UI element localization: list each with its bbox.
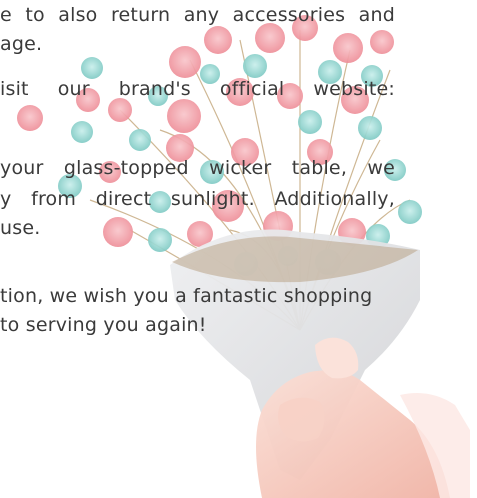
text-line-7: tion, we wish you a fantastic shopping <box>0 285 373 307</box>
text-line-3: isit our brand's official website: <box>0 78 395 100</box>
text-line-4: your glass-topped wicker table, we <box>0 157 395 179</box>
text-line-6: use. <box>0 217 41 239</box>
text-line-8: to serving you again! <box>0 314 207 336</box>
document-text: e to also return any accessories and age… <box>0 0 477 498</box>
text-line-2: age. <box>0 33 43 55</box>
text-line-1: e to also return any accessories and <box>0 4 395 26</box>
text-line-5: y from direct sunlight. Additionally, <box>0 188 395 210</box>
